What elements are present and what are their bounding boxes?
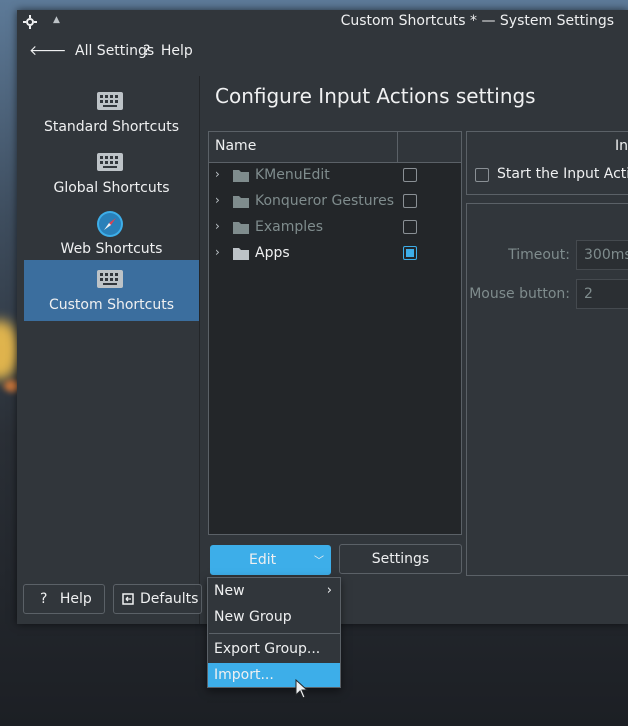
column-separator: [397, 132, 398, 162]
defaults-button[interactable]: Defaults: [113, 584, 202, 614]
sidebar-item-standard-shortcuts[interactable]: Standard Shortcuts: [24, 82, 199, 143]
mouse-cursor-icon: [295, 679, 309, 699]
help-icon: ?: [143, 43, 151, 59]
edit-dropdown-menu: New › New Group Export Group... Import..…: [207, 577, 341, 688]
mouse-button-field[interactable]: 2: [576, 279, 628, 309]
expand-arrow-icon[interactable]: ›: [215, 167, 220, 181]
gestures-group: Timeout: 300ms Mouse button: 2: [466, 203, 628, 576]
sidebar-item-label: Web Shortcuts: [60, 241, 163, 257]
defaults-icon: [122, 593, 134, 605]
row-label: KMenuEdit: [255, 167, 330, 183]
toolbar: 🡐 All Settings ? Help: [17, 36, 628, 66]
title-bar: ▲ Custom Shortcuts * — System Settings: [17, 10, 628, 35]
sidebar-divider: [199, 76, 200, 624]
enabled-checkbox[interactable]: [403, 246, 417, 260]
tree-row-examples[interactable]: › Examples: [209, 215, 461, 241]
compass-icon: [97, 211, 123, 237]
tree-row-konqueror-gestures[interactable]: › Konqueror Gestures: [209, 189, 461, 215]
page-title: Configure Input Actions settings: [215, 84, 536, 108]
system-settings-window: ▲ Custom Shortcuts * — System Settings 🡐…: [17, 10, 628, 624]
mouse-button-label: Mouse button:: [469, 286, 570, 302]
folder-icon: [233, 248, 249, 260]
keyboard-icon: [97, 92, 123, 110]
row-label: Konqueror Gestures: [255, 193, 394, 209]
menu-item-new-group[interactable]: New Group: [208, 605, 340, 629]
timeout-label: Timeout:: [508, 247, 570, 263]
folder-icon: [233, 196, 249, 208]
group-title: In: [615, 138, 628, 154]
input-actions-group: In Start the Input Actio: [466, 131, 628, 195]
keep-above-icon[interactable]: ▲: [53, 15, 60, 25]
menu-item-import[interactable]: Import...: [208, 663, 340, 687]
settings-button[interactable]: Settings: [339, 544, 462, 574]
help-toolbar-button[interactable]: ? Help: [143, 40, 193, 62]
tree-header: Name: [209, 132, 461, 163]
window-title: Custom Shortcuts * — System Settings: [340, 13, 614, 29]
actions-tree[interactable]: Name › KMenuEdit › Konqueror Gestures › …: [208, 131, 462, 535]
sidebar: Standard Shortcuts Global Shortcuts Web …: [17, 76, 199, 624]
expand-arrow-icon[interactable]: ›: [215, 245, 220, 259]
tree-row-kmenuedit[interactable]: › KMenuEdit: [209, 163, 461, 189]
tree-row-apps[interactable]: › Apps: [209, 241, 461, 267]
start-daemon-checkbox[interactable]: [475, 168, 489, 182]
column-header-name[interactable]: Name: [215, 138, 256, 154]
expand-arrow-icon[interactable]: ›: [215, 219, 220, 233]
back-arrow-icon: 🡐: [29, 43, 67, 59]
timeout-field[interactable]: 300ms: [576, 240, 628, 270]
menu-item-export-group[interactable]: Export Group...: [208, 637, 340, 661]
help-icon: ?: [40, 591, 48, 607]
folder-icon: [233, 170, 249, 182]
edit-button[interactable]: Edit ﹀: [210, 545, 331, 575]
start-daemon-label: Start the Input Actio: [497, 166, 628, 182]
row-label: Apps: [255, 245, 290, 261]
chevron-down-icon: ﹀: [314, 556, 324, 567]
submenu-arrow-icon: ›: [326, 583, 332, 598]
sidebar-item-label: Global Shortcuts: [53, 180, 170, 196]
enabled-checkbox[interactable]: [403, 194, 417, 208]
keyboard-icon: [97, 270, 123, 288]
row-label: Examples: [255, 219, 324, 235]
folder-icon: [233, 222, 249, 234]
sidebar-item-label: Standard Shortcuts: [43, 119, 180, 135]
menu-item-new[interactable]: New ›: [208, 579, 340, 603]
settings-gear-icon[interactable]: [23, 15, 37, 29]
sidebar-item-global-shortcuts[interactable]: Global Shortcuts: [24, 143, 199, 204]
keyboard-icon: [97, 153, 123, 171]
help-button[interactable]: ? Help: [23, 584, 105, 614]
enabled-checkbox[interactable]: [403, 168, 417, 182]
menu-separator: [209, 633, 341, 634]
expand-arrow-icon[interactable]: ›: [215, 193, 220, 207]
sidebar-item-custom-shortcuts[interactable]: Custom Shortcuts: [24, 260, 199, 321]
enabled-checkbox[interactable]: [403, 220, 417, 234]
sidebar-item-web-shortcuts[interactable]: Web Shortcuts: [24, 204, 199, 265]
sidebar-item-label: Custom Shortcuts: [48, 297, 174, 313]
all-settings-button[interactable]: 🡐 All Settings: [29, 40, 154, 62]
